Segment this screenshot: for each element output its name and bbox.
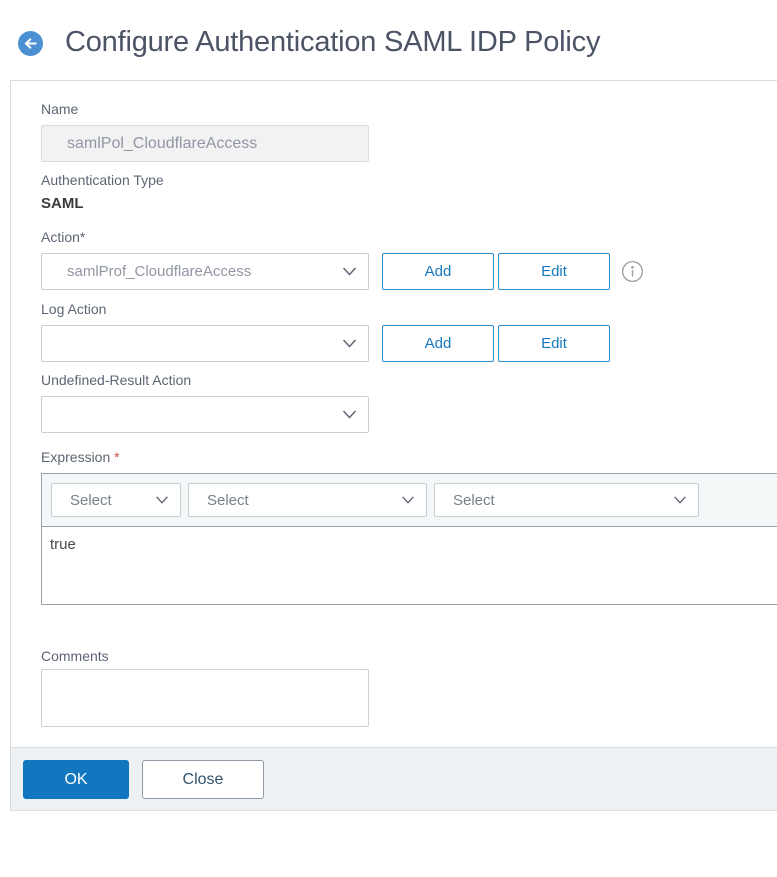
expression-required-mark: * xyxy=(114,449,120,465)
auth-type-value: SAML xyxy=(41,195,84,212)
form-panel: Name Authentication Type SAML Action* sa… xyxy=(10,80,777,811)
expression-select-1[interactable]: Select xyxy=(51,483,181,517)
configure-saml-idp-policy-page: Configure Authentication SAML IDP Policy… xyxy=(0,0,777,877)
ok-button[interactable]: OK xyxy=(23,760,129,799)
expression-builder: Select Select Select true xyxy=(41,473,777,605)
comments-section: Comments xyxy=(41,648,777,727)
expression-section: Expression * Select Select Select true xyxy=(41,449,777,605)
action-info-button[interactable] xyxy=(621,260,644,286)
action-add-button[interactable]: Add xyxy=(382,253,494,290)
undefined-result-action-select[interactable] xyxy=(41,396,369,433)
comments-textarea[interactable] xyxy=(41,669,369,727)
chevron-down-icon xyxy=(401,492,415,509)
action-select-value: samlProf_CloudflareAccess xyxy=(67,263,252,280)
undefined-result-action-label: Undefined-Result Action xyxy=(41,372,192,388)
info-icon xyxy=(621,260,644,286)
action-edit-button[interactable]: Edit xyxy=(498,253,610,290)
chevron-down-icon xyxy=(342,263,357,280)
page-title: Configure Authentication SAML IDP Policy xyxy=(65,26,601,58)
page-header: Configure Authentication SAML IDP Policy xyxy=(0,0,777,59)
auth-type-label: Authentication Type xyxy=(41,172,164,188)
expression-select-1-value: Select xyxy=(70,491,112,509)
action-label: Action* xyxy=(41,229,86,245)
expression-toolbar: Select Select Select xyxy=(42,474,777,527)
footer-bar: OK Close xyxy=(11,747,777,811)
expression-label-text: Expression xyxy=(41,449,111,465)
log-action-label: Log Action xyxy=(41,301,107,317)
log-action-add-button[interactable]: Add xyxy=(382,325,494,362)
expression-select-2-value: Select xyxy=(207,491,249,509)
log-action-select[interactable] xyxy=(41,325,369,362)
expression-textarea[interactable]: true xyxy=(42,527,777,604)
chevron-down-icon xyxy=(673,492,687,509)
back-arrow-icon xyxy=(18,31,43,59)
close-button[interactable]: Close xyxy=(142,760,264,799)
name-label: Name xyxy=(41,101,79,117)
expression-select-2[interactable]: Select xyxy=(188,483,427,517)
action-select[interactable]: samlProf_CloudflareAccess xyxy=(41,253,369,290)
log-action-edit-button[interactable]: Edit xyxy=(498,325,610,362)
chevron-down-icon xyxy=(342,406,357,423)
expression-select-3[interactable]: Select xyxy=(434,483,699,517)
back-button[interactable] xyxy=(18,31,43,56)
expression-select-3-value: Select xyxy=(453,491,495,509)
chevron-down-icon xyxy=(342,335,357,352)
name-field xyxy=(41,125,369,162)
comments-label: Comments xyxy=(41,648,109,664)
chevron-down-icon xyxy=(155,492,169,509)
expression-label: Expression * xyxy=(41,449,777,465)
